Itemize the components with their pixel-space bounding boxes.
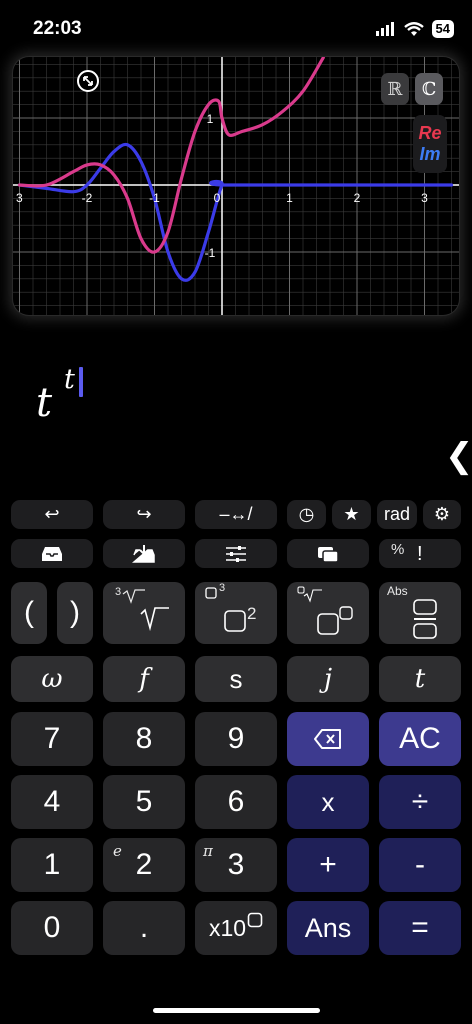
tray-download-icon [132, 544, 155, 563]
nth-root-button[interactable]: 3 [103, 582, 185, 644]
backspace-button[interactable] [287, 712, 369, 766]
favorites-icon[interactable]: ★ [332, 500, 371, 529]
status-time: 22:03 [33, 18, 82, 39]
adjustments-button[interactable] [195, 539, 277, 568]
x-tick-label: 2 [354, 191, 361, 205]
j-variable-button[interactable]: j [287, 656, 369, 702]
times-ten-power-button[interactable]: x10 [195, 901, 277, 955]
root-template-icon [297, 586, 353, 635]
graph-panel[interactable]: 3 -2 -1 0 1 2 3 1 -1 ℝ ℂ [13, 57, 459, 315]
power-2-label: 2 [247, 604, 257, 623]
minus-button[interactable]: - [379, 838, 461, 892]
power-button[interactable]: 3 2 [195, 582, 277, 644]
power-exp-label: 3 [219, 582, 226, 594]
series-re-line [17, 57, 325, 254]
digit-4-button[interactable]: 4 [11, 775, 93, 829]
x-tick-label: 1 [286, 191, 293, 205]
expression-base[interactable]: t [36, 380, 52, 426]
undo-button[interactable]: ↩ [11, 500, 93, 529]
complex-mode-toggle[interactable]: ℂ [415, 73, 443, 105]
pi-constant-label: π [203, 842, 213, 860]
power-square-icon [205, 587, 217, 599]
t-variable-button[interactable]: t [379, 656, 461, 702]
signal-icon [375, 22, 394, 36]
divide-button[interactable]: ÷ [379, 775, 461, 829]
digit-5-button[interactable]: 5 [103, 775, 185, 829]
wifi-icon [403, 21, 424, 36]
sliders-icon [226, 545, 246, 562]
x10-label: x10 [208, 914, 247, 941]
y-tick-label: -1 [205, 246, 216, 260]
home-indicator[interactable] [153, 1008, 320, 1013]
base-square-icon [224, 610, 246, 632]
backspace-icon [314, 729, 341, 749]
digit-7-button[interactable]: 7 [11, 712, 93, 766]
angle-mode-button[interactable]: rad [377, 500, 417, 529]
expression-exponent[interactable]: t [64, 364, 75, 395]
save-to-tray-button[interactable] [103, 539, 185, 568]
legend-im: Im [419, 144, 441, 164]
copy-icon [318, 546, 339, 563]
left-paren-button[interactable]: ( [11, 582, 47, 644]
x-tick-label: -2 [82, 191, 93, 205]
custom-root-power-button[interactable] [287, 582, 369, 644]
digit-2-label: 2 [135, 848, 153, 881]
x-tick-label: 3 [16, 191, 23, 205]
status-icons: 54 [375, 18, 454, 40]
x-tick-label: 0 [214, 191, 221, 205]
real-mode-toggle[interactable]: ℝ [381, 73, 409, 105]
legend-re: Re [418, 123, 442, 143]
abs-label: Abs [387, 584, 408, 598]
factorial-label: ! [417, 543, 423, 565]
expand-icon[interactable] [76, 69, 100, 93]
omega-button[interactable]: ω [11, 656, 93, 702]
percent-factorial-button[interactable]: % ! [379, 539, 461, 568]
digit-9-button[interactable]: 9 [195, 712, 277, 766]
e-constant-label: e [113, 842, 122, 860]
tray-icon [42, 546, 62, 561]
ans-button[interactable]: Ans [287, 901, 369, 955]
redo-button[interactable]: ↪ [103, 500, 185, 529]
equals-button[interactable]: = [379, 901, 461, 955]
multiply-button[interactable]: x [287, 775, 369, 829]
all-clear-button[interactable]: AC [379, 712, 461, 766]
collapse-panel-button[interactable]: ❮ [445, 436, 472, 476]
y-tick-label: 1 [207, 112, 214, 126]
text-cursor [79, 367, 83, 397]
inbox-button[interactable] [11, 539, 93, 568]
x-tick-label: -1 [149, 191, 160, 205]
cube-root-icon [122, 589, 169, 632]
x-tick-label: 3 [421, 191, 428, 205]
plus-button[interactable]: + [287, 838, 369, 892]
exponent-square-icon [247, 912, 263, 928]
history-icon[interactable]: ◷ [287, 500, 326, 529]
graph-legend: Re Im [413, 115, 447, 173]
digit-3-label: 3 [227, 848, 245, 881]
battery-indicator: 54 [431, 20, 454, 38]
digit-2-button[interactable]: e 2 [103, 838, 185, 892]
fraction-icon [413, 599, 437, 639]
copy-button[interactable] [287, 539, 369, 568]
digit-8-button[interactable]: 8 [103, 712, 185, 766]
s-variable-button[interactable]: s [195, 656, 277, 702]
digit-6-button[interactable]: 6 [195, 775, 277, 829]
digit-1-button[interactable]: 1 [11, 838, 93, 892]
right-paren-button[interactable]: ) [57, 582, 93, 644]
percent-label: % [391, 541, 405, 558]
digit-3-button[interactable]: π 3 [195, 838, 277, 892]
decimal-point-button[interactable]: . [103, 901, 185, 955]
f-variable-button[interactable]: f [103, 656, 185, 702]
settings-icon[interactable]: ⚙ [423, 500, 461, 529]
digit-0-button[interactable]: 0 [11, 901, 93, 955]
convert-arrows-button[interactable]: –↔/ [195, 500, 277, 529]
abs-fraction-button[interactable]: Abs [379, 582, 461, 644]
